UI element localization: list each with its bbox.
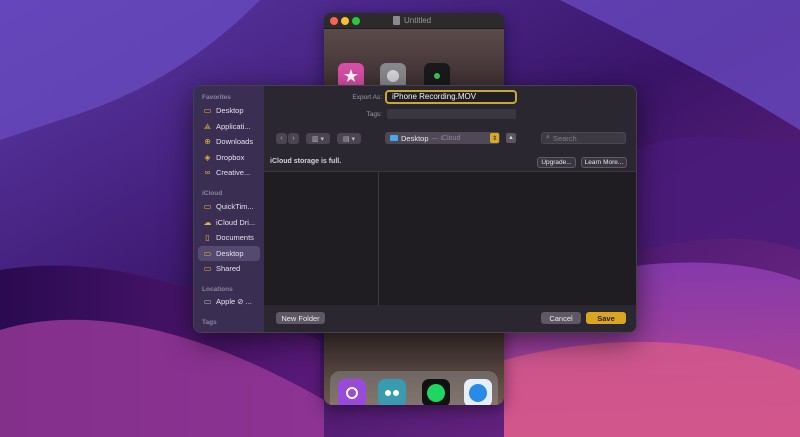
- cancel-button[interactable]: Cancel: [541, 312, 581, 324]
- game-app-icon[interactable]: [378, 379, 406, 405]
- sidebar-item-icloud-drive[interactable]: ☁ iCloud Dri...: [198, 215, 260, 230]
- sidebar-item-creative-cloud[interactable]: ∞ Creative...: [198, 165, 260, 180]
- forward-button[interactable]: ›: [288, 133, 299, 144]
- search-input[interactable]: [552, 133, 619, 143]
- sidebar-item-label: Apple ⊘ ...: [216, 297, 252, 306]
- location-dropdown[interactable]: Desktop — iCloud ⇕: [385, 132, 500, 144]
- dialog-main: Export As: iPhone Recording.MOV Tags: ‹ …: [264, 86, 636, 332]
- search-icon: ⌕: [546, 134, 550, 141]
- desktop-icon: ▭: [203, 248, 212, 258]
- chevron-left-icon: ‹: [280, 135, 283, 142]
- grid-view-icon: ▤ ▾: [342, 135, 356, 143]
- sidebar-icloud-header: iCloud: [202, 190, 223, 197]
- sidebar-item-label: Downloads: [216, 137, 254, 146]
- tags-label: Tags:: [366, 111, 382, 118]
- sidebar-item-label: Applicati...: [216, 122, 251, 131]
- sidebar-item-icloud-desktop[interactable]: ▭ Desktop: [198, 246, 260, 261]
- document-icon: [393, 16, 400, 25]
- sidebar-item-desktop[interactable]: ▭ Desktop: [198, 103, 260, 118]
- search-field[interactable]: ⌕: [541, 132, 626, 144]
- zoom-button[interactable]: [352, 17, 360, 25]
- spotify-icon[interactable]: [422, 379, 450, 405]
- sidebar-item-quicktime[interactable]: ▭ QuickTim...: [198, 199, 260, 214]
- desktop-icon: ▭: [203, 105, 212, 115]
- dock: [330, 371, 498, 405]
- sidebar-item-label: Desktop: [216, 249, 244, 258]
- downloads-icon: ⊕: [204, 136, 211, 146]
- tags-field[interactable]: [387, 109, 516, 119]
- podcasts-icon[interactable]: [338, 379, 366, 405]
- sidebar: Favorites ▭ Desktop ⟁ Applicati... ⊕ Dow…: [194, 86, 264, 332]
- sidebar-item-documents[interactable]: ▯ Documents: [198, 230, 260, 245]
- upgrade-button[interactable]: Upgrade...: [537, 157, 576, 168]
- columns-view-icon: ▥ ▾: [311, 135, 325, 143]
- applications-icon: ⟁: [203, 121, 212, 131]
- sidebar-item-label: iCloud Dri...: [216, 218, 256, 227]
- sidebar-item-dropbox[interactable]: ◈ Dropbox: [198, 150, 260, 165]
- chevron-right-icon: ›: [292, 135, 295, 142]
- file-browser[interactable]: [264, 171, 636, 306]
- laptop-icon: ▭: [203, 296, 212, 306]
- safari-icon[interactable]: [464, 379, 492, 405]
- chevron-updown-icon: ⇕: [490, 133, 499, 143]
- sidebar-item-label: Shared: [216, 264, 241, 273]
- sidebar-item-applications[interactable]: ⟁ Applicati...: [198, 119, 260, 134]
- collapse-button[interactable]: ▲: [506, 133, 516, 143]
- sidebar-item-label: Documents: [216, 233, 254, 242]
- window-title: Untitled: [404, 16, 432, 25]
- folder-icon: [390, 135, 398, 141]
- export-as-field[interactable]: iPhone Recording.MOV: [385, 90, 517, 104]
- new-folder-button[interactable]: New Folder: [276, 312, 325, 324]
- back-button[interactable]: ‹: [276, 133, 287, 144]
- sidebar-tags-header: Tags: [202, 319, 217, 326]
- cloud-icon: ☁: [203, 217, 212, 227]
- column-divider[interactable]: [378, 172, 379, 306]
- save-dialog: Favorites ▭ Desktop ⟁ Applicati... ⊕ Dow…: [193, 85, 637, 333]
- sidebar-item-downloads[interactable]: ⊕ Downloads: [198, 134, 260, 149]
- group-by-button[interactable]: ▤ ▾: [337, 133, 361, 144]
- window-titlebar: Untitled: [324, 13, 504, 29]
- sidebar-item-label: QuickTim...: [216, 202, 254, 211]
- export-as-label: Export As:: [352, 94, 382, 101]
- sidebar-item-label: Creative...: [216, 168, 251, 177]
- learn-more-button[interactable]: Learn More...: [581, 157, 627, 168]
- sidebar-favorites-header: Favorites: [202, 94, 231, 101]
- sidebar-locations-header: Locations: [202, 286, 233, 293]
- minimize-button[interactable]: [341, 17, 349, 25]
- dropbox-icon: ◈: [204, 152, 211, 162]
- view-mode-button[interactable]: ▥ ▾: [306, 133, 330, 144]
- close-button[interactable]: [330, 17, 338, 25]
- save-button[interactable]: Save: [586, 312, 626, 324]
- location-sub: — iCloud: [431, 134, 461, 142]
- shared-folder-icon: ▭: [203, 263, 212, 273]
- location-name: Desktop: [401, 133, 429, 143]
- chevron-up-icon: ▲: [508, 135, 514, 141]
- folder-icon: ▭: [203, 201, 212, 211]
- storage-full-message: iCloud storage is full.: [270, 158, 342, 165]
- sidebar-item-label: Desktop: [216, 106, 244, 115]
- sidebar-item-shared[interactable]: ▭ Shared: [198, 261, 260, 276]
- sidebar-item-apple-disk[interactable]: ▭ Apple ⊘ ...: [198, 294, 260, 309]
- creative-cloud-icon: ∞: [204, 167, 211, 177]
- sidebar-item-label: Dropbox: [216, 153, 245, 162]
- document-icon: ▯: [205, 232, 210, 242]
